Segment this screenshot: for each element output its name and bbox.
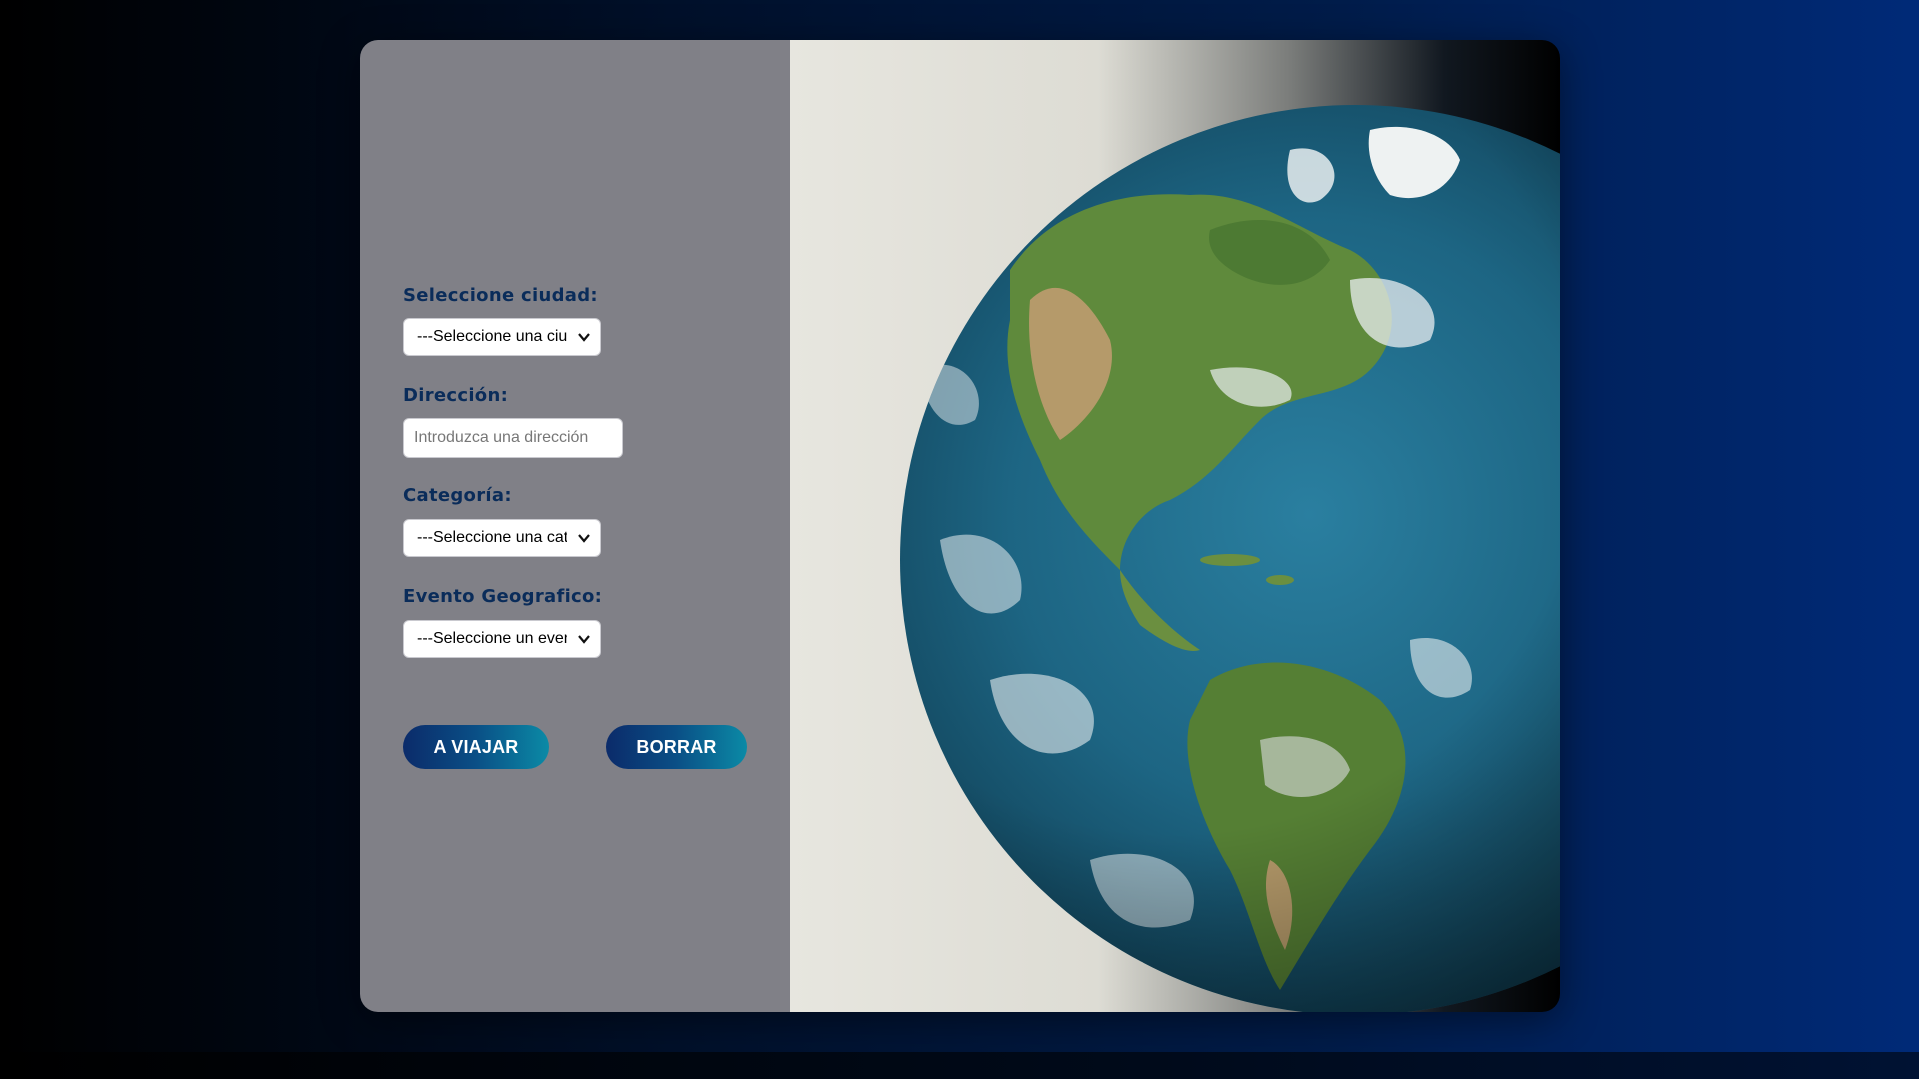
form-panel: Seleccione ciudad: ---Seleccione una ciu… — [360, 40, 790, 1012]
geo-event-label: Evento Geografico: — [403, 586, 603, 607]
category-label: Categoría: — [403, 485, 512, 506]
geo-event-select-value: ---Seleccione un evento--- — [417, 630, 567, 647]
address-input[interactable] — [403, 418, 623, 458]
chevron-down-icon — [578, 534, 590, 543]
bottom-bar — [0, 1052, 1919, 1079]
clear-button[interactable]: BORRAR — [606, 725, 747, 769]
earth-image-panel — [790, 40, 1560, 1012]
earth-globe-image — [900, 105, 1560, 1012]
city-select[interactable]: ---Seleccione una ciudad--- — [403, 318, 601, 356]
travel-button[interactable]: A VIAJAR — [403, 725, 549, 769]
category-select-value: ---Seleccione una categoría--- — [417, 529, 567, 546]
category-select[interactable]: ---Seleccione una categoría--- — [403, 519, 601, 557]
geo-event-select[interactable]: ---Seleccione un evento--- — [403, 620, 601, 658]
travel-card: Seleccione ciudad: ---Seleccione una ciu… — [360, 40, 1560, 1012]
city-label: Seleccione ciudad: — [403, 285, 598, 306]
chevron-down-icon — [578, 333, 590, 342]
address-label: Dirección: — [403, 385, 509, 406]
city-select-value: ---Seleccione una ciudad--- — [417, 328, 567, 345]
chevron-down-icon — [578, 635, 590, 644]
